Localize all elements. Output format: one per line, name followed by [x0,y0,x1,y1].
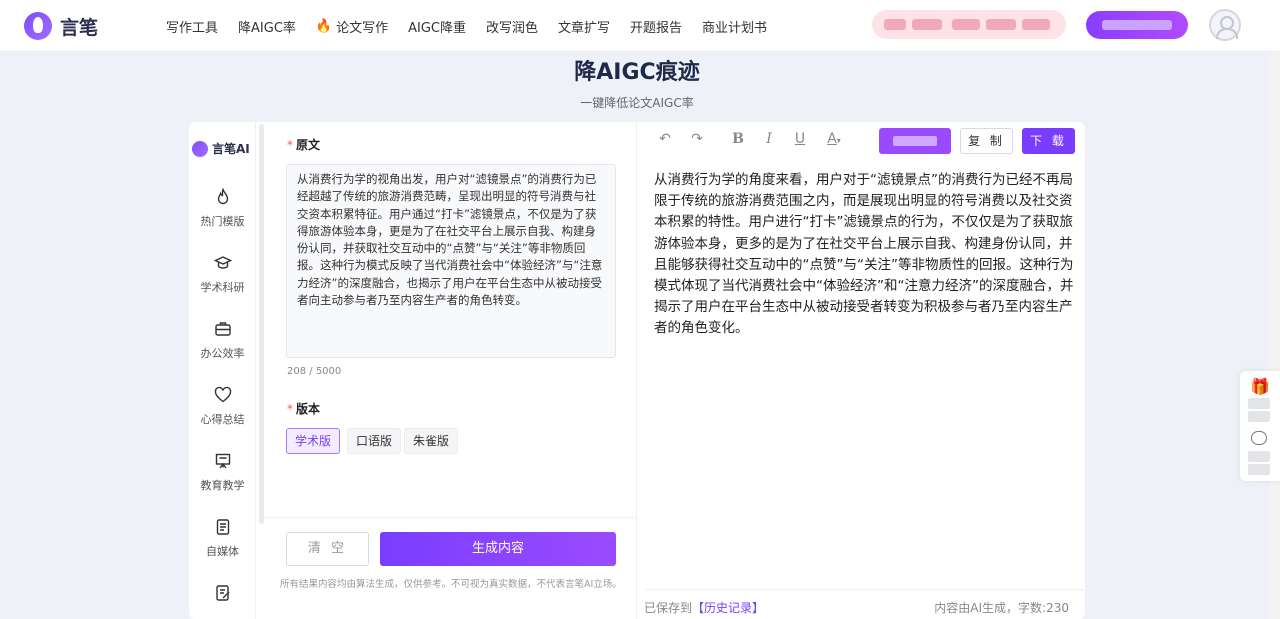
category-sidebar: 言笔AI 热门模版 学术科研 办公效率 心得总结 教育教学 自媒体 [189,122,256,619]
nav-thesis-writing[interactable]: 🔥 论文写作 [316,17,388,36]
sidebar-brand-name: 言笔AI [212,142,250,156]
brand-logo[interactable]: 言笔 [24,10,98,42]
divider [265,517,637,518]
graduation-cap-icon [213,256,232,269]
source-label: * 原文 [287,136,320,153]
user-avatar-icon[interactable] [1209,9,1241,41]
document-icon [216,519,229,535]
main-nav: 写作工具 降AIGC率 🔥 论文写作 AIGC降重 改写润色 文章扩写 开题报告 … [156,0,777,52]
generate-button[interactable]: 生成内容 [380,532,616,566]
blurred-promo-pill[interactable] [872,10,1066,39]
page-scrollbar[interactable] [1270,52,1280,619]
nav-proposal[interactable]: 开题报告 [630,17,682,36]
blurred-label [1248,451,1270,462]
output-footer: 已保存到【历史记录】 内容由AI生成，字数:230 [644,589,1085,619]
required-star: * [287,138,293,152]
logo-icon [192,140,208,157]
input-panel: * 原文 从消费行为学的视角出发，用户对“滤镜景点”的消费行为已经超越了传统的旅游… [265,122,637,619]
presentation-board-icon [215,453,230,469]
copy-button[interactable]: 复 制 [960,128,1013,154]
output-text[interactable]: 从消费行为学的角度来看，用户对于“滤镜景点”的消费行为已经不再局限于传统的旅游消… [654,170,1078,340]
nav-aigc-dedup[interactable]: AIGC降重 [408,17,466,36]
fire-icon [217,188,228,205]
page-subtitle: 一键降低论文AIGC率 [580,96,694,110]
sidebar-item-self-media[interactable]: 自媒体 [189,518,256,559]
briefcase-icon [214,322,231,336]
source-label-text: 原文 [296,138,321,152]
source-textarea[interactable]: 从消费行为学的视角出发，用户对“滤镜景点”的消费行为已经超越了传统的旅游消费范畴… [286,164,616,358]
required-star: * [287,402,293,416]
gift-icon[interactable]: 🎁 [1250,377,1270,396]
redo-icon[interactable]: ↷ [688,131,706,147]
sidebar-item-label: 办公效率 [200,347,245,360]
fire-icon: 🔥 [315,18,333,34]
blurred-label [1248,464,1270,475]
version-label: * 版本 [287,400,320,417]
sidebar-item-label: 自媒体 [206,545,239,558]
sidebar-item-education[interactable]: 教育教学 [189,452,256,493]
sidebar-brand: 言笔AI [192,140,250,157]
nav-reduce-aigc[interactable]: 降AIGC率 [238,17,296,36]
sidebar-item-office[interactable]: 办公效率 [189,320,256,361]
nav-rewrite[interactable]: 改写润色 [486,17,538,36]
char-counter: 208 / 5000 [287,366,342,377]
blurred-label [1248,411,1270,422]
floating-widget: 🎁 [1240,371,1280,481]
nav-business-plan[interactable]: 商业计划书 [702,17,767,36]
edit-document-icon [215,585,229,601]
download-button[interactable]: 下 载 [1022,128,1075,154]
sidebar-item-label: 心得总结 [200,413,245,426]
version-academic[interactable]: 学术版 [286,428,341,454]
bold-icon[interactable]: B [729,131,747,147]
disclaimer: 所有结果内容均由算法生成，仅供参考。不可视为真实数据，不代表言笔AI立场。 [280,579,622,590]
output-panel: ↶ ↷ B I U A▾ 复 制 下 载 从消费行为学的角度来看，用户对于“滤镜… [644,122,1085,619]
blurred-action-button[interactable] [1086,11,1188,39]
brand-name: 言笔 [60,16,99,39]
undo-icon[interactable]: ↶ [656,131,674,147]
version-zhuque[interactable]: 朱雀版 [404,428,459,454]
saved-prefix: 已保存到 [644,601,693,615]
blurred-label [1248,398,1270,409]
blurred-toolbar-button[interactable] [879,128,951,154]
heart-icon [214,386,231,403]
nav-expand[interactable]: 文章扩写 [558,17,610,36]
sidebar-scrollbar[interactable] [259,124,264,524]
editor-toolbar: ↶ ↷ B I U A▾ 复 制 下 载 [644,122,1085,162]
sidebar-item-label: 教育教学 [200,479,245,492]
top-navbar: 言笔 写作工具 降AIGC率 🔥 论文写作 AIGC降重 改写润色 文章扩写 开题… [0,0,1280,52]
logo-icon [24,12,52,40]
ai-status: 内容由AI生成，字数:230 [934,601,1069,615]
sidebar-item-summary[interactable]: 心得总结 [189,386,256,427]
underline-icon[interactable]: U [791,131,809,147]
main-card: 言笔AI 热门模版 学术科研 办公效率 心得总结 教育教学 自媒体 * 原文 从… [189,122,1085,619]
version-label-text: 版本 [296,402,321,416]
sidebar-item-label: 热门模版 [200,215,245,228]
sidebar-item-more[interactable] [189,584,256,602]
history-link[interactable]: 【历史记录】 [692,601,764,615]
nav-writing-tools[interactable]: 写作工具 [166,17,218,36]
version-spoken[interactable]: 口语版 [347,428,402,454]
italic-icon[interactable]: I [760,131,778,147]
clear-button[interactable]: 清 空 [286,532,369,566]
nav-thesis-writing-label: 论文写作 [336,20,389,36]
sidebar-item-academic[interactable]: 学术科研 [189,254,256,295]
page-title: 降AIGC痕迹 [574,60,700,85]
sidebar-item-label: 学术科研 [200,281,245,294]
font-color-icon[interactable]: A▾ [821,131,847,147]
saved-status: 已保存到【历史记录】 [644,599,764,616]
chat-icon[interactable] [1251,431,1267,445]
sidebar-item-hot-templates[interactable]: 热门模版 [189,188,256,229]
